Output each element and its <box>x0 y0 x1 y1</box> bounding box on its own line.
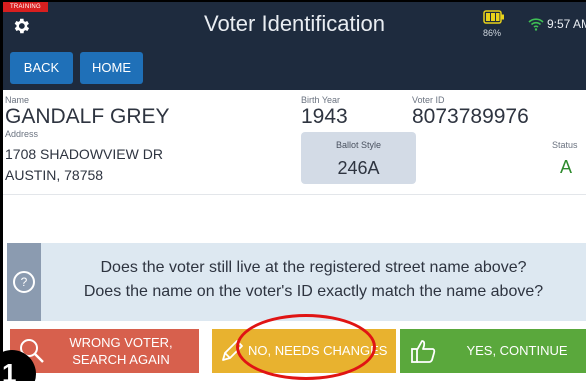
needs-changes-button[interactable]: NO, NEEDS CHANGES <box>212 329 396 373</box>
battery-icon <box>483 10 504 24</box>
clock: 9:57 AM <box>547 17 586 31</box>
back-button[interactable]: BACK <box>10 52 73 84</box>
ballot-style-label: Ballot Style <box>335 140 382 150</box>
yes-continue-button[interactable]: YES, CONTINUE <box>400 329 586 373</box>
voter-id-label: Voter ID <box>412 95 445 105</box>
question-circle-icon: ? <box>13 271 35 293</box>
pencil-icon <box>222 340 243 361</box>
thumbs-up-icon <box>411 340 436 363</box>
step-number: 1 <box>2 358 17 381</box>
divider <box>3 194 586 195</box>
name-label: Name <box>5 95 30 105</box>
home-button[interactable]: HOME <box>80 52 143 84</box>
voter-name: GANDALF GREY <box>5 105 170 128</box>
ballot-style: 246A <box>337 158 380 178</box>
wrong-voter-line2: SEARCH AGAIN <box>72 352 170 367</box>
status-label: Status <box>552 140 578 150</box>
ballot-style-box: Ballot Style 246A <box>301 132 416 184</box>
question-panel: ? Does the voter still live at the regis… <box>7 243 586 321</box>
wrong-voter-label: WRONG VOTER, SEARCH AGAIN <box>46 334 196 368</box>
needs-changes-label: NO, NEEDS CHANGES <box>248 343 388 358</box>
voter-id: 8073789976 <box>412 105 529 128</box>
battery-percent: 86% <box>483 28 502 38</box>
yes-continue-label: YES, CONTINUE <box>466 343 568 358</box>
header-bar: TRAINING Voter Identification 86% 9:57 A… <box>3 2 586 46</box>
address-line2: AUSTIN, 78758 <box>5 167 104 183</box>
nav-bar: BACK HOME <box>3 46 586 90</box>
address-label: Address <box>5 129 39 139</box>
wrong-voter-button[interactable]: WRONG VOTER, SEARCH AGAIN <box>10 329 199 373</box>
birth-year: 1943 <box>301 105 348 128</box>
wrong-voter-line1: WRONG VOTER, <box>69 335 173 350</box>
birth-year-label: Birth Year <box>301 95 341 105</box>
question-line-2: Does the name on the voter's ID exactly … <box>83 283 544 300</box>
question-line-1: Does the voter still live at the registe… <box>100 259 527 276</box>
app-screen: TRAINING Voter Identification 86% 9:57 A… <box>3 2 586 381</box>
status-value: A <box>560 157 573 177</box>
wifi-icon <box>528 18 544 31</box>
question-sidebar: ? <box>7 243 41 321</box>
address-line1: 1708 SHADOWVIEW DR <box>5 146 163 162</box>
device-frame: TRAINING Voter Identification 86% 9:57 A… <box>0 0 586 381</box>
